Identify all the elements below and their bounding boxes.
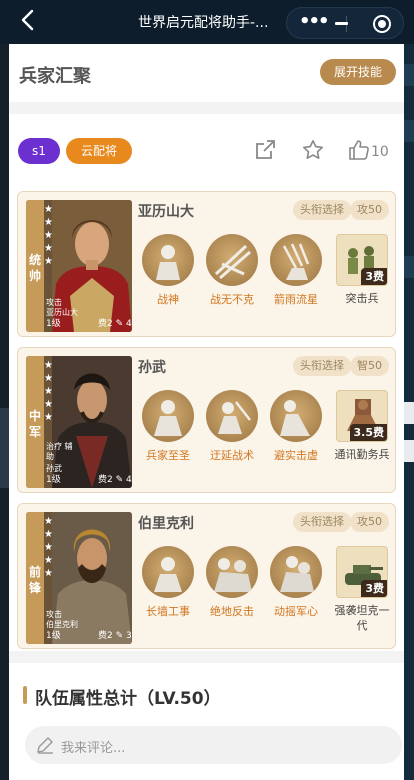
season-tag[interactable]: s1 [18,138,60,164]
more-dots-icon[interactable]: ••• [299,12,329,32]
counterattack-skill-icon [206,546,258,598]
skill-slot[interactable]: 战无不克 [202,234,262,307]
troop-name: 通讯勤务兵 [334,448,390,461]
lineup-title: 兵家汇聚 [19,66,91,87]
hero-type-badge: 攻50 [350,200,389,220]
comment-input[interactable]: 我来评论... [25,726,402,764]
sunwu-portrait-art [52,356,132,488]
hero-cost: 费2 ✎ 4 [98,475,132,485]
hero-portrait[interactable]: 中军 ★ ★ ★ ★ ★ 治疗 辅助 孙武 1级 费2 ✎ 4 [26,356,132,488]
like-thumb-icon[interactable] [347,138,371,166]
favorite-star-icon[interactable] [301,138,325,166]
minimize-icon[interactable] [335,22,348,25]
evade-strike-skill-icon [270,390,322,442]
hero-cost: 费2 ✎ 4 [98,319,132,329]
hero-type-badge: 智50 [350,356,389,376]
signal-troop-icon: 3.5费 [336,390,388,442]
swords-skill-icon [206,234,258,286]
hero-role: 中军 [28,409,41,439]
hero-level: 1级 [46,631,61,641]
troop-slot[interactable]: 3费 突击兵 [333,234,391,306]
title-select-badge[interactable]: 头衔选择 [293,512,351,532]
hero-name: 亚历山大 [138,204,194,220]
hero-name: 伯里克利 [138,516,194,532]
hero-card[interactable]: 前锋 ★ ★ ★ ★ ★ 攻击 伯里克利 1级 费2 ✎ 3 伯里克利 头衔选择 攻50… [17,503,396,649]
troop-name: 突击兵 [345,292,379,305]
close-target-icon[interactable] [373,15,391,33]
title-select-badge[interactable]: 头衔选择 [293,200,351,220]
back-arrow-icon[interactable] [18,8,46,36]
title-select-badge[interactable]: 头衔选择 [293,356,351,376]
skill-slot[interactable]: 长墙工事 [138,546,198,619]
pencil-icon [35,735,55,759]
comment-placeholder: 我来评论... [61,741,126,756]
arrow-rain-skill-icon [270,234,322,286]
troop-cost: 3.5费 [349,424,387,441]
shake-morale-skill-icon [270,546,322,598]
hero-card[interactable]: 中军 ★ ★ ★ ★ ★ 治疗 辅助 孙武 1级 费2 ✎ 4 孙武 头衔选择 智50 … [17,347,396,493]
hero-cost: 费2 ✎ 3 [98,631,132,641]
skill-slot[interactable]: 兵家至圣 [138,390,198,463]
skill-slot[interactable]: 绝地反击 [202,546,262,619]
hero-type-badge: 攻50 [350,512,389,532]
expand-skills-button[interactable]: 展开技能 [319,59,396,85]
section-divider [9,102,404,114]
share-icon[interactable] [253,138,277,166]
hero-level: 1级 [46,319,61,329]
page-title: 世界启元配将助手-... [138,15,269,31]
long-wall-skill-icon [142,546,194,598]
lineup-header: 兵家汇聚 展开技能 [9,44,404,102]
top-navigation-bar: 世界启元配将助手-... ••• [0,0,414,44]
miniprogram-capsule: ••• [286,7,404,39]
skill-slot[interactable]: 动摇军心 [266,546,326,619]
hero-card[interactable]: 统帅 ★ ★ ★ ★ ★ 攻击 亚历山大 1级 费2 ✎ 4 亚历山大 头衔选择 攻50… [17,191,396,337]
hero-role: 统帅 [28,253,41,283]
delay-tactic-skill-icon [206,390,258,442]
skill-slot[interactable]: 避实击虚 [266,390,326,463]
hero-name: 孙武 [138,360,166,376]
background-right-edge [404,0,414,780]
section-divider [9,651,404,663]
hero-role: 前锋 [28,565,41,595]
team-stats-title: 队伍属性总计（LV.50） [35,689,221,709]
skill-slot[interactable]: 战神 [138,234,198,307]
hero-portrait[interactable]: 统帅 ★ ★ ★ ★ ★ 攻击 亚历山大 1级 费2 ✎ 4 [26,200,132,332]
hero-level: 1级 [46,475,61,485]
like-count: 10 [371,144,389,160]
tag-row: s1 云配将 10 [9,130,404,170]
tank-troop-icon: 3费 [336,546,388,598]
troop-cost: 3费 [361,580,387,597]
assault-troop-icon: 3费 [336,234,388,286]
troop-name: 强袭坦克一代 [334,604,390,632]
troop-cost: 3费 [361,268,387,285]
main-panel: 兵家汇聚 展开技能 s1 云配将 10 统帅 ★ ★ ★ ★ ★ 攻击 亚历山大… [9,44,404,780]
cloud-lineup-tag[interactable]: 云配将 [66,138,132,164]
troop-slot[interactable]: 3费 强袭坦克一代 [333,546,391,633]
skill-slot[interactable]: 箭雨流星 [266,234,326,307]
skill-slot[interactable]: 迂延战术 [202,390,262,463]
war-god-skill-icon [142,234,194,286]
hero-portrait[interactable]: 前锋 ★ ★ ★ ★ ★ 攻击 伯里克利 1级 费2 ✎ 3 [26,512,132,644]
troop-slot[interactable]: 3.5费 通讯勤务兵 [333,390,391,462]
military-sage-skill-icon [142,390,194,442]
